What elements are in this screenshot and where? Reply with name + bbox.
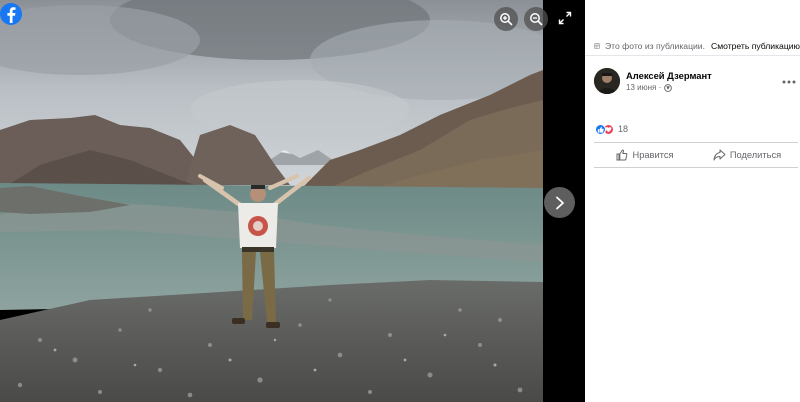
like-reaction-icon — [595, 123, 606, 135]
photo-viewer — [0, 0, 585, 402]
fullscreen-button[interactable] — [558, 11, 572, 25]
share-icon — [713, 149, 726, 161]
photo[interactable] — [0, 0, 543, 402]
thumbs-up-icon — [616, 149, 628, 161]
post-actions: Нравится Поделиться — [594, 142, 798, 168]
facebook-logo[interactable] — [0, 2, 24, 26]
share-label: Поделиться — [729, 150, 782, 160]
author-name[interactable]: Алексей Дзермант — [626, 70, 712, 81]
post-date-row: 13 июня · — [626, 83, 673, 92]
post-author: Алексей Дзермант 13 июня · — [594, 68, 794, 96]
zoom-out-button[interactable] — [524, 7, 548, 31]
zoom-in-button[interactable] — [494, 7, 518, 31]
globe-icon — [664, 83, 673, 92]
document-icon — [594, 43, 600, 48]
more-options-icon — [782, 80, 796, 84]
like-button[interactable]: Нравится — [594, 143, 696, 167]
zoom-out-icon — [530, 13, 543, 26]
reactions-summary[interactable]: 18 — [595, 122, 628, 136]
source-text: Это фото из публикации. — [604, 40, 705, 51]
view-publication-link[interactable]: Смотреть публикацию — [711, 41, 800, 51]
more-options-button[interactable] — [781, 74, 797, 84]
post-side-panel: Это фото из публикации. Смотреть публика… — [585, 0, 800, 402]
avatar[interactable] — [594, 68, 620, 94]
chevron-right-icon — [555, 196, 564, 209]
source-publication-row: Это фото из публикации. Смотреть публика… — [585, 36, 800, 56]
share-button[interactable]: Поделиться — [696, 143, 798, 167]
like-label: Нравится — [632, 150, 674, 160]
zoom-in-icon — [500, 13, 513, 26]
next-photo-button[interactable] — [544, 187, 575, 218]
reaction-count: 18 — [618, 124, 629, 134]
fullscreen-icon — [558, 11, 572, 25]
post-date[interactable]: 13 июня · — [626, 83, 661, 92]
